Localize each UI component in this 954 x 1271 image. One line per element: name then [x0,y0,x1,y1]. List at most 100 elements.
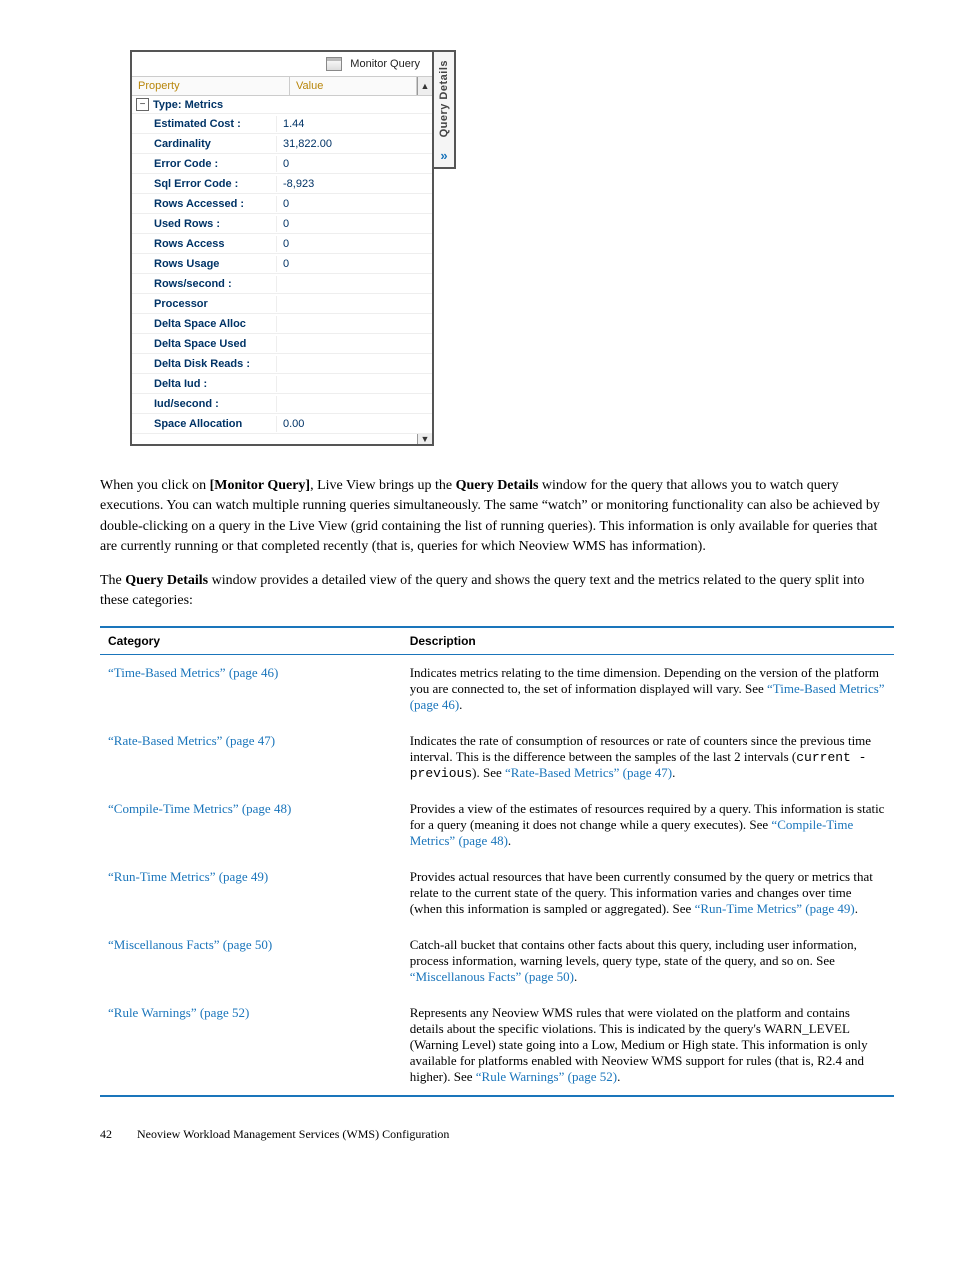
category-link[interactable]: “Rate-Based Metrics” (page 47) [108,733,275,748]
category-name: “Time-Based Metrics” (page 46) [100,654,402,723]
table-row: Rows Access0 [132,234,432,254]
metric-value: 0 [277,256,432,272]
header-value: Value [290,77,417,95]
table-row: Estimated Cost :1.44 [132,114,432,134]
metric-property: Delta Space Used [132,336,277,352]
table-row: “Miscellanous Facts” (page 50)Catch-all … [100,927,894,995]
category-description: Provides a view of the estimates of reso… [402,791,894,859]
description-link[interactable]: “Rule Warnings” (page 52) [476,1069,617,1084]
category-name: “Miscellanous Facts” (page 50) [100,927,402,995]
table-row: Rows Accessed :0 [132,194,432,214]
metric-property: Processor [132,296,277,312]
table-row: Sql Error Code :-8,923 [132,174,432,194]
window-icon [326,57,342,71]
metric-value [277,282,432,286]
category-description: Indicates the rate of consumption of res… [402,723,894,791]
expand-arrows-icon[interactable]: » [434,148,454,163]
metric-value: 31,822.00 [277,136,432,152]
cat-header-description: Description [402,627,894,655]
scroll-down-icon[interactable]: ▼ [417,434,432,444]
table-row: Rows Usage0 [132,254,432,274]
table-row: “Run-Time Metrics” (page 49)Provides act… [100,859,894,927]
paragraph-2: The Query Details window provides a deta… [100,571,894,612]
table-row: “Rate-Based Metrics” (page 47)Indicates … [100,723,894,791]
category-name: “Rate-Based Metrics” (page 47) [100,723,402,791]
table-row: “Time-Based Metrics” (page 46) Indicates … [100,654,894,723]
table-row: Cardinality31,822.00 [132,134,432,154]
metric-property: Used Rows : [132,216,277,232]
monitor-query-screenshot: Monitor Query Property Value ▲ − Type: M… [130,50,894,446]
metric-property: Rows Usage [132,256,277,272]
grid-header-row: Property Value ▲ [132,77,432,96]
grid-rows: Estimated Cost :1.44Cardinality31,822.00… [132,114,432,434]
group-row[interactable]: − Type: Metrics [132,96,432,114]
metric-value [277,322,432,326]
metric-value [277,402,432,406]
metric-property: Delta Disk Reads : [132,356,277,372]
category-link[interactable]: “Rule Warnings” (page 52) [108,1005,249,1020]
bold-query-details: Query Details [456,478,539,493]
category-link[interactable]: “Run-Time Metrics” (page 49) [108,869,268,884]
metric-value [277,342,432,346]
footer-title: Neoview Workload Management Services (WM… [137,1127,449,1141]
side-tab-label: Query Details [438,56,450,141]
table-row: “Rule Warnings” (page 52)Represents any … [100,995,894,1096]
bold-query-details-2: Query Details [125,573,208,588]
category-link[interactable]: “Compile-Time Metrics” (page 48) [108,801,291,816]
category-description: Provides actual resources that have been… [402,859,894,927]
metric-property: Delta Space Alloc [132,316,277,332]
metric-value: -8,923 [277,176,432,192]
table-row: Delta Iud : [132,374,432,394]
description-link[interactable]: “Run-Time Metrics” (page 49) [695,901,855,916]
metric-value: 0 [277,236,432,252]
metric-property: Delta Iud : [132,376,277,392]
metrics-grid: Monitor Query Property Value ▲ − Type: M… [130,50,434,446]
category-name: “Run-Time Metrics” (page 49) [100,859,402,927]
table-row: Processor [132,294,432,314]
metric-value: 0 [277,216,432,232]
metric-value: 0.00 [277,416,432,432]
query-details-tab[interactable]: Query Details » [434,50,456,169]
category-name: “Rule Warnings” (page 52) [100,995,402,1096]
table-row: Error Code :0 [132,154,432,174]
metric-property: Cardinality [132,136,277,152]
category-description: Indicates metrics relating to the time d… [402,654,894,723]
widget-titlebar: Monitor Query [132,52,432,77]
paragraph-1: When you click on [Monitor Query], Live … [100,476,894,557]
metric-property: Error Code : [132,156,277,172]
metric-property: Rows Accessed : [132,196,277,212]
table-row: Rows/second : [132,274,432,294]
metric-property: Iud/second : [132,396,277,412]
metric-value [277,362,432,366]
category-link[interactable]: “Miscellanous Facts” (page 50) [108,937,272,952]
metric-property: Space Allocation [132,416,277,432]
collapse-icon[interactable]: − [136,98,149,111]
metric-property: Rows Access [132,236,277,252]
description-link[interactable]: “Miscellanous Facts” (page 50) [410,969,574,984]
metric-property: Sql Error Code : [132,176,277,192]
category-link[interactable]: “Time-Based Metrics” (page 46) [108,665,278,680]
page-footer: 42 Neoview Workload Management Services … [100,1127,894,1142]
metric-value: 0 [277,196,432,212]
category-description: Represents any Neoview WMS rules that we… [402,995,894,1096]
scroll-up-icon[interactable]: ▲ [417,77,432,95]
category-name: “Compile-Time Metrics” (page 48) [100,791,402,859]
metric-value [277,302,432,306]
table-row: Used Rows :0 [132,214,432,234]
widget-title: Monitor Query [350,58,420,70]
metric-value: 0 [277,156,432,172]
metric-value [277,382,432,386]
cat-header-category: Category [100,627,402,655]
table-row: Space Allocation0.00 [132,414,432,434]
description-link[interactable]: “Rate-Based Metrics” (page 47) [505,765,672,780]
metric-property: Estimated Cost : [132,116,277,132]
group-label: Type: Metrics [153,99,223,111]
table-row: Delta Space Used [132,334,432,354]
table-row: “Compile-Time Metrics” (page 48) Provides… [100,791,894,859]
table-row: Delta Disk Reads : [132,354,432,374]
table-row: Iud/second : [132,394,432,414]
table-row: Delta Space Alloc [132,314,432,334]
category-description: Catch-all bucket that contains other fac… [402,927,894,995]
page-number: 42 [100,1127,134,1142]
bold-monitor-query: [Monitor Query] [210,478,310,493]
